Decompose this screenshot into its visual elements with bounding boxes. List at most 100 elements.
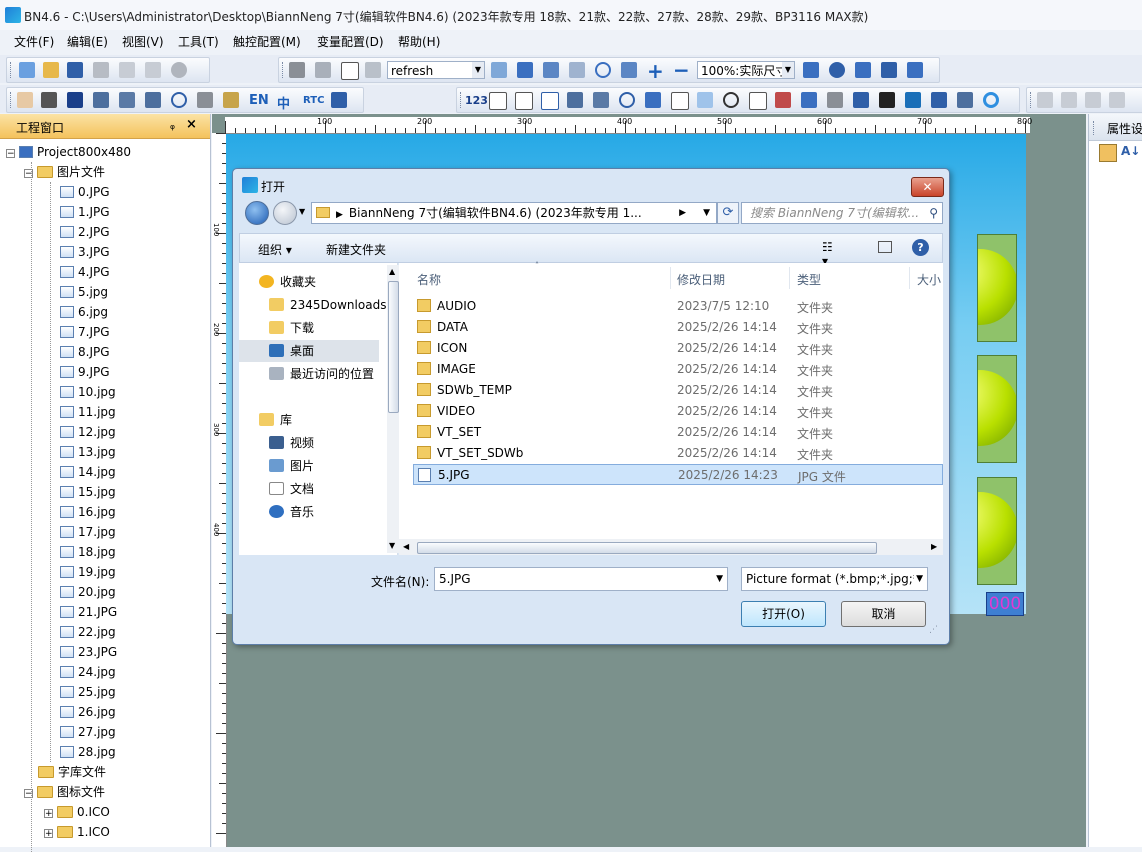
tree-item-image[interactable]: 7.JPG <box>60 322 110 342</box>
tree-item-image[interactable]: 24.jpg <box>60 662 116 682</box>
zoom-icon[interactable] <box>595 62 611 78</box>
tree-item-icon[interactable]: +1.ICO <box>44 822 110 842</box>
tree-item-image[interactable]: 16.jpg <box>60 502 116 522</box>
download-icon[interactable] <box>365 62 381 78</box>
nav-item-music[interactable]: 音乐 <box>269 501 314 523</box>
menu-edit[interactable]: 编辑(E) <box>67 33 108 50</box>
tree-item-image[interactable]: 15.jpg <box>60 482 116 502</box>
picker-icon[interactable] <box>621 62 637 78</box>
number-label[interactable]: 123 <box>465 94 488 107</box>
zoom-out-icon[interactable]: − <box>673 58 690 82</box>
text-edit-icon[interactable] <box>223 92 239 108</box>
language-en-label[interactable]: EN <box>249 93 269 108</box>
canvas-button-2[interactable] <box>977 355 1017 463</box>
nav-item-desktop[interactable]: 桌面 <box>239 340 379 362</box>
expand-icon[interactable]: + <box>44 809 53 819</box>
view-options-icon[interactable]: ☷ ▾ <box>822 240 838 268</box>
preview-pane-icon[interactable] <box>878 241 892 253</box>
file-row[interactable]: AUDIO 2023/7/5 12:10 文件夹 <box>413 296 943 317</box>
tree-item-image-folder[interactable]: − 图片文件 <box>24 162 105 182</box>
open-button[interactable]: 打开(O) <box>741 601 826 627</box>
cancel-button[interactable]: 取消 <box>841 601 926 627</box>
column-header-type[interactable]: 类型 <box>797 271 821 288</box>
tree-item-image[interactable]: 5.jpg <box>60 282 108 302</box>
tree-item-image[interactable]: 21.JPG <box>60 602 117 622</box>
signal-icon[interactable] <box>931 92 947 108</box>
chevron-right-icon[interactable]: ▶ <box>336 210 343 220</box>
refresh-combo[interactable]: refresh ▼ <box>387 61 485 79</box>
tree-item-image[interactable]: 18.jpg <box>60 542 116 562</box>
new-icon[interactable] <box>19 62 35 78</box>
tree-item-image[interactable]: 4.JPG <box>60 262 110 282</box>
column-header-size[interactable]: 大小 <box>917 271 941 288</box>
canvas-button-1[interactable] <box>977 234 1017 342</box>
zoom-in-icon[interactable]: + <box>647 59 664 83</box>
cut-icon[interactable] <box>93 62 109 78</box>
toolbar-grip[interactable] <box>460 92 464 108</box>
display-icon[interactable] <box>749 92 767 110</box>
pointer-icon[interactable] <box>17 92 33 108</box>
file-row[interactable]: VIDEO 2025/2/26 14:14 文件夹 <box>413 401 943 422</box>
tree-item-project[interactable]: − Project800x480 <box>6 142 131 162</box>
pin-icon[interactable]: ᵩ <box>170 118 175 132</box>
file-row[interactable]: IMAGE 2025/2/26 14:14 文件夹 <box>413 359 943 380</box>
refresh-icon[interactable]: ⟳ <box>717 202 739 224</box>
progress-icon[interactable] <box>957 92 973 108</box>
file-row[interactable]: 5.JPG 2025/2/26 14:23 JPG 文件 <box>413 464 943 485</box>
file-row[interactable]: SDWb_TEMP 2025/2/26 14:14 文件夹 <box>413 380 943 401</box>
address-bar[interactable]: ▶ BiannNeng 7寸(编辑软件BN4.6) (2023年款专用 1... … <box>311 202 717 224</box>
wand-icon[interactable] <box>907 62 923 78</box>
menu-help[interactable]: 帮助(H) <box>398 33 440 50</box>
circle-icon[interactable] <box>171 92 187 108</box>
menu-touch-config[interactable]: 触控配置(M) <box>233 33 301 50</box>
toolbar-grip[interactable] <box>1093 121 1097 135</box>
undo-icon[interactable] <box>171 62 187 78</box>
chevron-down-icon[interactable]: ▼ <box>472 62 484 78</box>
column-divider[interactable] <box>789 267 790 289</box>
nav-item-recent[interactable]: 最近访问的位置 <box>269 363 374 385</box>
hand-icon[interactable] <box>331 92 347 108</box>
spinner-icon[interactable] <box>983 92 999 108</box>
column-divider[interactable] <box>909 267 910 289</box>
align-right-icon[interactable] <box>1061 92 1077 108</box>
image-icon[interactable] <box>697 92 713 108</box>
column-header-name[interactable]: 名称 <box>417 271 441 288</box>
new-folder-button[interactable]: 新建文件夹 <box>326 241 386 258</box>
filetype-select[interactable]: Picture format (*.bmp;*.jpg;* ▼ <box>741 567 928 591</box>
menu-variable-config[interactable]: 变量配置(D) <box>317 33 384 50</box>
column-header-date[interactable]: 修改日期 <box>677 271 725 288</box>
tree-item-image[interactable]: 3.JPG <box>60 242 110 262</box>
scroll-left-icon[interactable]: ◀ <box>403 542 409 551</box>
palette-icon[interactable] <box>829 62 845 78</box>
column-divider[interactable] <box>670 267 671 289</box>
slider-icon[interactable] <box>145 92 161 108</box>
chevron-down-icon[interactable]: ▼ <box>716 568 723 590</box>
text-input-icon[interactable] <box>515 92 533 110</box>
info-icon[interactable] <box>827 92 843 108</box>
grid-icon[interactable] <box>41 92 57 108</box>
close-button[interactable]: ✕ <box>911 177 944 197</box>
organize-button[interactable]: 组织 ▾ <box>258 241 292 258</box>
graph-icon[interactable] <box>775 92 791 108</box>
tree-item-image[interactable]: 22.jpg <box>60 622 116 642</box>
toolbar-grip[interactable] <box>10 92 14 108</box>
tree-item-image[interactable]: 27.jpg <box>60 722 116 742</box>
close-icon[interactable]: × <box>186 117 197 132</box>
tree-item-image[interactable]: 26.jpg <box>60 702 116 722</box>
clock-icon[interactable] <box>723 92 739 108</box>
search-icon[interactable]: ⚲ <box>929 203 938 223</box>
nav-item-libraries[interactable]: 库 <box>259 409 292 431</box>
align-bottom-icon[interactable] <box>1109 92 1125 108</box>
align-top-icon[interactable] <box>1085 92 1101 108</box>
scroll-up-icon[interactable]: ▲ <box>389 267 395 276</box>
nav-item-downloads[interactable]: 下载 <box>269 317 314 339</box>
line-icon[interactable] <box>119 92 135 108</box>
scroll-right-icon[interactable]: ▶ <box>931 542 937 551</box>
back-button[interactable] <box>245 201 269 225</box>
nav-item-videos[interactable]: 视频 <box>269 432 314 454</box>
tree-item-image[interactable]: 28.jpg <box>60 742 116 762</box>
chevron-down-icon[interactable]: ▼ <box>914 568 923 590</box>
menu-list-icon[interactable] <box>853 92 869 108</box>
paste-icon[interactable] <box>145 62 161 78</box>
open-icon[interactable] <box>43 62 59 78</box>
